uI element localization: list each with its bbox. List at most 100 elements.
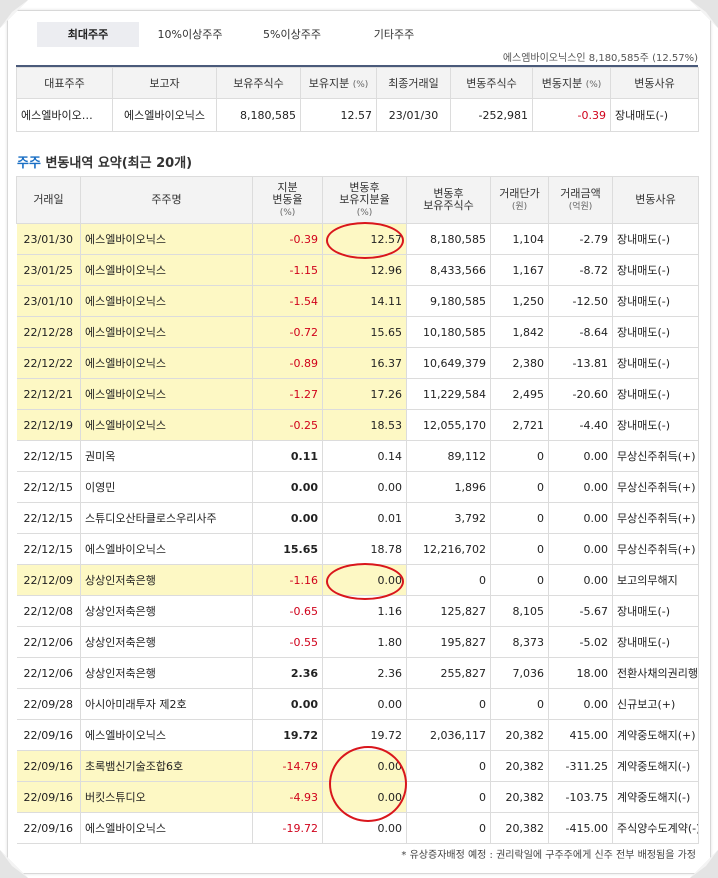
- cell-shareholder-name: 상상인저축은행: [80, 626, 253, 658]
- cell-trade-amount: -311.25: [548, 750, 613, 782]
- cell-trade-amount: 0.00: [548, 533, 613, 565]
- cell-change-pct: -19.72: [252, 812, 323, 844]
- cell-change-reason: 장내매도(-): [612, 285, 699, 317]
- cell-trade-date: 22/12/15: [16, 440, 81, 472]
- cell-trade-price: 0: [490, 688, 549, 720]
- table-row: 22/12/15 에스엘바이오닉스 15.65 18.78 12,216,702 0 0.0…: [16, 533, 699, 565]
- tab-major-shareholder[interactable]: 최대주주: [37, 22, 139, 47]
- cell-trade-amount: -5.67: [548, 595, 613, 627]
- cell-last-trade-date: 23/01/30: [376, 98, 451, 132]
- cell-after-shares: 0: [406, 750, 491, 782]
- header-line: 변동율: [272, 192, 303, 206]
- cell-change-reason: 장내매도(-): [612, 254, 699, 286]
- cell-trade-date: 23/01/25: [16, 254, 81, 286]
- header-changed-pct-label: 변동지분: [541, 77, 583, 90]
- cell-trade-amount: 0.00: [548, 471, 613, 503]
- tab-5pct-shareholder[interactable]: 5%이상주주: [241, 22, 343, 47]
- corner-fold-icon: [690, 0, 718, 28]
- cell-trade-price: 8,373: [490, 626, 549, 658]
- cell-after-pct: 0.14: [322, 440, 407, 472]
- header-line: 거래금액: [560, 186, 601, 200]
- cell-change-pct: 0.00: [252, 471, 323, 503]
- cell-after-pct: 0.00: [322, 471, 407, 503]
- section-title-text: 변동내역 요약(최근 20개): [40, 156, 193, 171]
- cell-trade-price: 1,842: [490, 316, 549, 348]
- header-last-trade-date: 최종거래일: [376, 67, 451, 99]
- cell-after-pct: 12.57: [322, 223, 407, 255]
- header-trade-date: 거래일: [16, 176, 81, 224]
- cell-shareholder-name: 에스엘바이오닉스: [80, 285, 253, 317]
- cell-trade-price: 1,250: [490, 285, 549, 317]
- cell-trade-date: 22/12/06: [16, 657, 81, 689]
- cell-after-shares: 125,827: [406, 595, 491, 627]
- cell-after-shares: 0: [406, 564, 491, 596]
- cell-shareholder-name: 스튜디오산타클로스우리사주: [80, 502, 253, 534]
- cell-after-shares: 255,827: [406, 657, 491, 689]
- cell-trade-price: 20,382: [490, 781, 549, 813]
- cell-trade-price: 2,380: [490, 347, 549, 379]
- cell-change-pct: -1.15: [252, 254, 323, 286]
- cell-trade-date: 22/12/15: [16, 533, 81, 565]
- cell-shareholder-name: 에스엘바이오닉스: [80, 254, 253, 286]
- cell-trade-date: 23/01/10: [16, 285, 81, 317]
- cell-changed-shares: -252,981: [450, 98, 533, 132]
- cell-held-pct: 12.57: [300, 98, 377, 132]
- cell-after-shares: 8,180,585: [406, 223, 491, 255]
- cell-after-pct: 12.96: [322, 254, 407, 286]
- cell-change-pct: -0.25: [252, 409, 323, 441]
- cell-after-shares: 0: [406, 688, 491, 720]
- header-held-pct: 보유지분 (%): [300, 67, 377, 99]
- cell-shareholder-name: 에스엘바이오닉스: [80, 812, 253, 844]
- header-unit: (%): [279, 207, 296, 218]
- header-trade-price: 거래단가 (원): [490, 176, 549, 224]
- cell-trade-date: 22/12/15: [16, 471, 81, 503]
- header-reporter: 보고자: [112, 67, 217, 99]
- cell-change-pct: -0.55: [252, 626, 323, 658]
- table-row: 22/09/16 에스엘바이오닉스 19.72 19.72 2,036,117 20,38…: [16, 719, 699, 751]
- cell-change-reason: 장내매도(-): [612, 316, 699, 348]
- cell-after-pct: 1.80: [322, 626, 407, 658]
- cell-change-reason: 보고의무해지: [612, 564, 699, 596]
- cell-change-pct: 19.72: [252, 719, 323, 751]
- cell-change-reason: 주식양수도계약(-): [612, 812, 699, 844]
- cell-trade-price: 0: [490, 564, 549, 596]
- table-row: 22/12/28 에스엘바이오닉스 -0.72 15.65 10,180,585 1,84…: [16, 316, 699, 348]
- cell-shareholder-name: 상상인저축은행: [80, 595, 253, 627]
- table-row: 에스엘바이오… 에스엘바이오닉스 8,180,585 12.57 23/01/3…: [16, 98, 699, 132]
- cell-after-pct: 17.26: [322, 378, 407, 410]
- cell-change-reason: 장내매도(-): [610, 98, 699, 132]
- cell-trade-price: 20,382: [490, 719, 549, 751]
- cell-change-reason: 장내매도(-): [612, 347, 699, 379]
- cell-representative: 에스엘바이오…: [16, 98, 113, 132]
- table-header-row: 대표주주 보고자 보유주식수 보유지분 (%) 최종거래일 변동주식수 변동지분…: [16, 67, 699, 99]
- table-row: 22/09/16 버킷스튜디오 -4.93 0.00 0 20,382 -103.75 계약중…: [16, 781, 699, 813]
- cell-trade-date: 22/12/21: [16, 378, 81, 410]
- cell-after-shares: 10,180,585: [406, 316, 491, 348]
- cell-change-reason: 무상신주취득(+): [612, 502, 699, 534]
- cell-trade-amount: 0.00: [548, 440, 613, 472]
- header-change-reason: 변동사유: [612, 176, 699, 224]
- cell-reporter: 에스엘바이오닉스: [112, 98, 217, 132]
- header-held-pct-label: 보유지분: [308, 77, 350, 90]
- cell-trade-amount: -20.60: [548, 378, 613, 410]
- tab-10pct-shareholder[interactable]: 10%이상주주: [139, 22, 241, 47]
- cell-change-pct: -0.65: [252, 595, 323, 627]
- cell-trade-date: 22/12/28: [16, 316, 81, 348]
- tab-other-shareholder[interactable]: 기타주주: [343, 22, 445, 47]
- header-change-reason: 변동사유: [610, 67, 699, 99]
- cell-after-pct: 0.00: [322, 688, 407, 720]
- cell-after-pct: 19.72: [322, 719, 407, 751]
- table-row: 22/12/15 이영민 0.00 0.00 1,896 0 0.00 무상신주취득(+): [16, 471, 699, 503]
- cell-change-pct: 0.00: [252, 688, 323, 720]
- table-row: 23/01/30 에스엘바이오닉스 -0.39 12.57 8,180,585 1,104…: [16, 223, 699, 255]
- cell-shareholder-name: 버킷스튜디오: [80, 781, 253, 813]
- cell-change-reason: 계약중도해지(-): [612, 750, 699, 782]
- cell-change-pct: 15.65: [252, 533, 323, 565]
- cell-trade-date: 22/09/16: [16, 781, 81, 813]
- cell-trade-date: 23/01/30: [16, 223, 81, 255]
- table-row: 22/12/15 스튜디오산타클로스우리사주 0.00 0.01 3,792 0 0.00 무…: [16, 502, 699, 534]
- cell-after-pct: 18.78: [322, 533, 407, 565]
- table-row: 22/12/09 상상인저축은행 -1.16 0.00 0 0 0.00 보고의무해지: [16, 564, 699, 596]
- cell-change-pct: -0.89: [252, 347, 323, 379]
- cell-change-reason: 계약중도해지(-): [612, 781, 699, 813]
